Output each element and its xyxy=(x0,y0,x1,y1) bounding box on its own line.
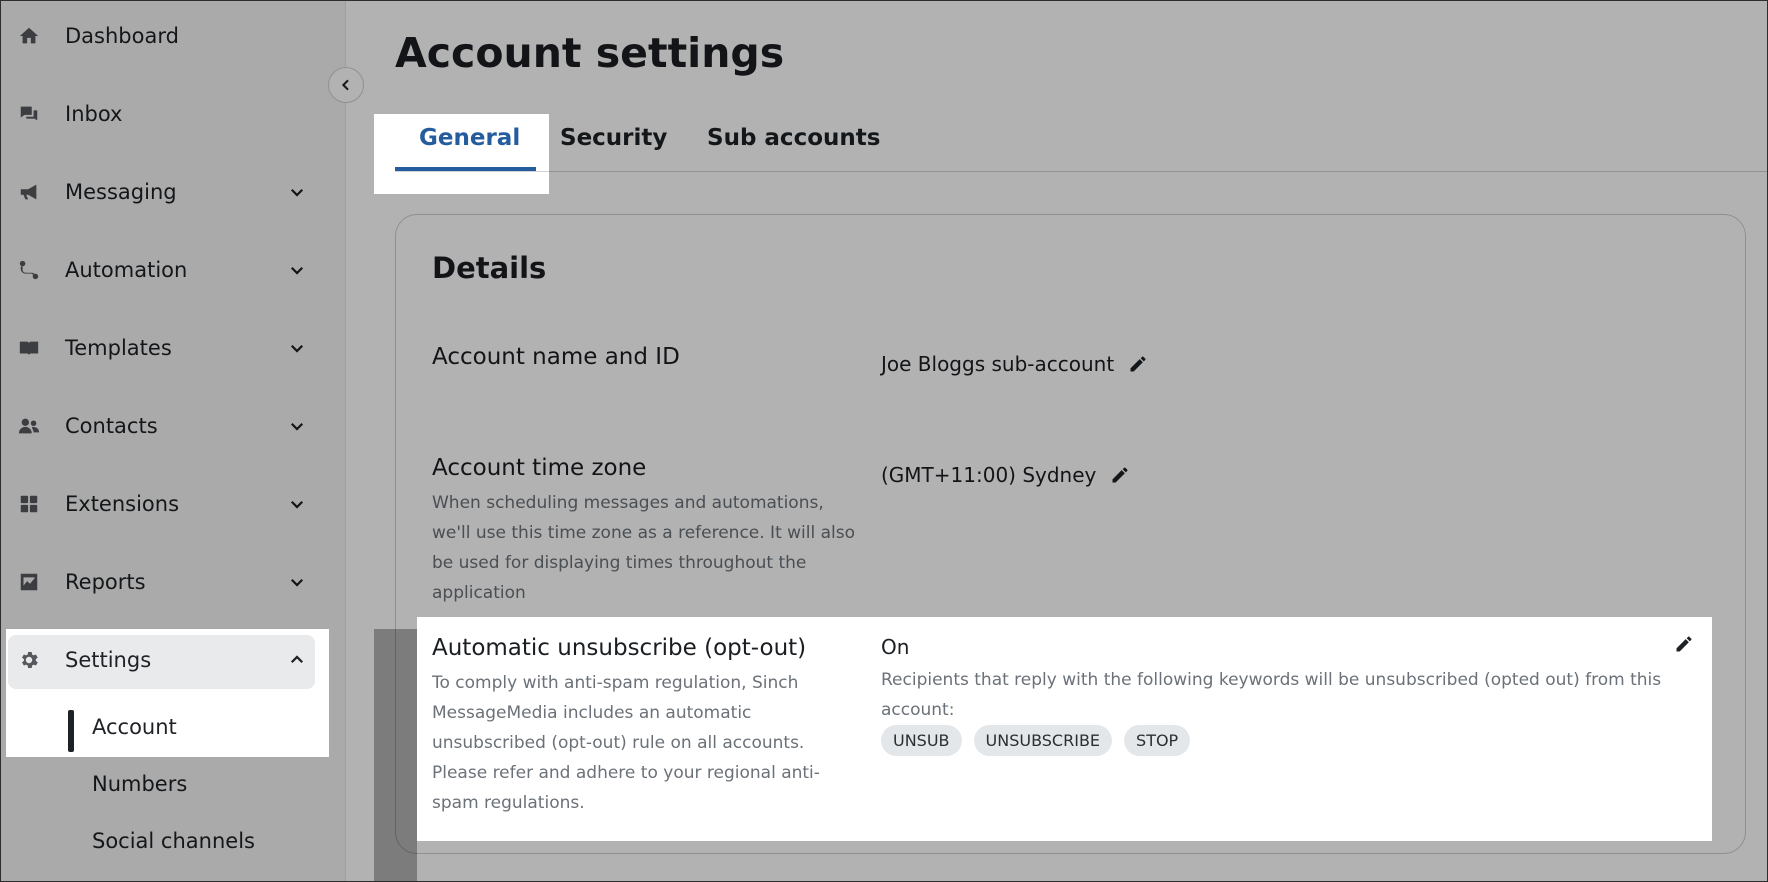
tab-general[interactable]: General xyxy=(419,125,520,151)
keyword-chip: STOP xyxy=(1124,725,1191,756)
active-tab-underline xyxy=(395,167,536,171)
sidebar-subitem-account[interactable]: Account xyxy=(1,705,346,752)
tab-security[interactable]: Security xyxy=(560,125,667,151)
chart-icon xyxy=(17,570,41,594)
collapse-sidebar-button[interactable] xyxy=(328,67,364,103)
details-title: Details xyxy=(432,251,547,285)
sidebar: Dashboard Inbox Messaging Automation Tem… xyxy=(1,1,346,881)
time-zone-label: Account time zone xyxy=(432,455,647,481)
opt-out-description: To comply with anti-spam regulation, Sin… xyxy=(432,673,820,813)
sidebar-item-label: Automation xyxy=(65,258,188,282)
keyword-chip: UNSUB xyxy=(881,725,962,756)
sidebar-item-inbox[interactable]: Inbox xyxy=(1,86,346,142)
sidebar-subitem-numbers[interactable]: Numbers xyxy=(1,762,346,806)
opt-out-status: On xyxy=(881,635,910,659)
sidebar-item-extensions[interactable]: Extensions xyxy=(1,476,346,532)
route-icon xyxy=(17,258,41,282)
sidebar-item-label: Extensions xyxy=(65,492,180,516)
sidebar-item-label: Messaging xyxy=(65,180,177,204)
tab-sub-accounts[interactable]: Sub accounts xyxy=(707,125,880,151)
opt-out-label: Automatic unsubscribe (opt-out) xyxy=(432,635,807,661)
sidebar-item-label: Reports xyxy=(65,570,146,594)
sidebar-item-label: Settings xyxy=(65,648,152,672)
sidebar-item-messaging[interactable]: Messaging xyxy=(1,164,346,220)
sidebar-subitem-social-channels[interactable]: Social channels xyxy=(1,819,346,863)
active-indicator xyxy=(68,710,74,752)
edit-time-zone-icon[interactable] xyxy=(1108,463,1132,487)
account-name-value-row: Joe Bloggs sub-account xyxy=(881,352,1150,376)
time-zone-value-row: (GMT+11:00) Sydney xyxy=(881,463,1132,487)
megaphone-icon xyxy=(17,180,41,204)
chat-icon xyxy=(17,102,41,126)
grid-icon xyxy=(17,492,41,516)
opt-out-keywords-note: Recipients that reply with the following… xyxy=(881,670,1662,720)
sidebar-item-settings[interactable]: Settings xyxy=(1,632,346,688)
sidebar-item-templates[interactable]: Templates xyxy=(1,320,346,376)
chevron-left-icon xyxy=(341,79,349,91)
sidebar-subitem-label: Account xyxy=(92,715,177,739)
chevron-down-icon[interactable] xyxy=(285,180,309,204)
app-window: Dashboard Inbox Messaging Automation Tem… xyxy=(0,0,1768,882)
chevron-down-icon[interactable] xyxy=(285,492,309,516)
chevron-down-icon[interactable] xyxy=(285,414,309,438)
gear-icon xyxy=(17,648,41,672)
chevron-down-icon[interactable] xyxy=(285,336,309,360)
page-title: Account settings xyxy=(395,29,785,77)
account-name-label: Account name and ID xyxy=(432,344,680,370)
sidebar-item-reports[interactable]: Reports xyxy=(1,554,346,610)
tabs-divider xyxy=(395,171,1767,172)
sidebar-item-label: Contacts xyxy=(65,414,158,438)
people-icon xyxy=(17,414,41,438)
sidebar-item-contacts[interactable]: Contacts xyxy=(1,398,346,454)
keyword-chip: UNSUBSCRIBE xyxy=(973,725,1113,756)
chevron-down-icon[interactable] xyxy=(285,258,309,282)
sidebar-subitem-label: Numbers xyxy=(92,772,188,796)
time-zone-value: (GMT+11:00) Sydney xyxy=(881,463,1097,487)
account-name-value: Joe Bloggs sub-account xyxy=(881,352,1115,376)
home-icon xyxy=(17,24,41,48)
chevron-up-icon[interactable] xyxy=(285,648,309,672)
edit-opt-out-icon[interactable] xyxy=(1672,632,1696,656)
sidebar-item-label: Inbox xyxy=(65,102,123,126)
sidebar-item-label: Templates xyxy=(65,336,172,360)
sidebar-item-dashboard[interactable]: Dashboard xyxy=(1,8,346,64)
book-icon xyxy=(17,336,41,360)
chevron-down-icon[interactable] xyxy=(285,570,309,594)
sidebar-item-label: Dashboard xyxy=(65,24,179,48)
sidebar-item-automation[interactable]: Automation xyxy=(1,242,346,298)
edit-account-name-icon[interactable] xyxy=(1126,352,1150,376)
sidebar-subitem-label: Social channels xyxy=(92,829,255,853)
keyword-chips: UNSUB UNSUBSCRIBE STOP xyxy=(881,725,1191,756)
time-zone-description: When scheduling messages and automations… xyxy=(432,493,856,603)
